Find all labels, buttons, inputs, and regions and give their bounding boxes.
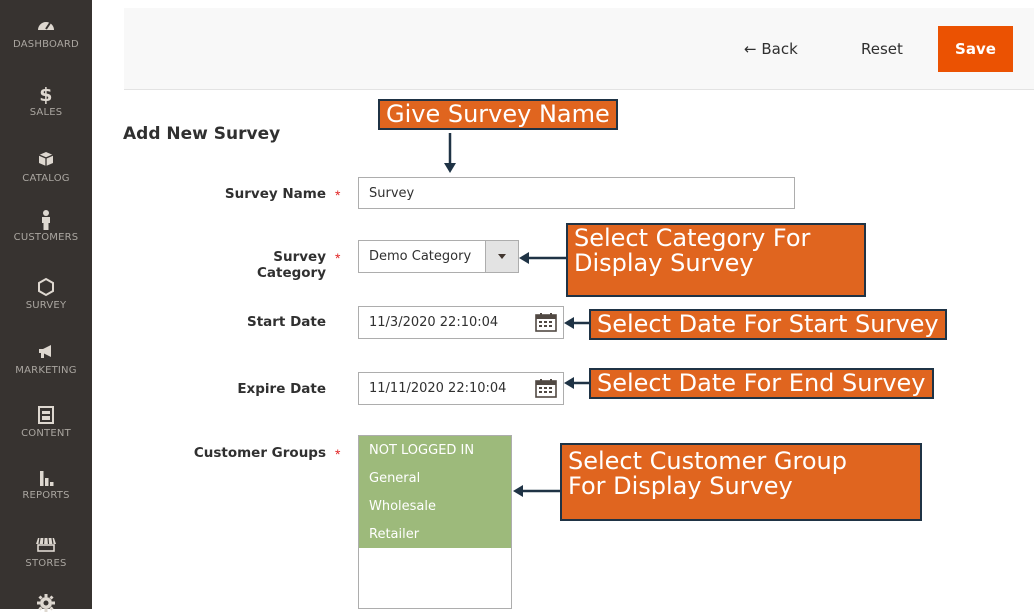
survey-category-label: Survey Category xyxy=(256,249,326,281)
layout-icon xyxy=(0,405,92,427)
expire-date-label: Expire Date xyxy=(237,381,326,397)
reset-button[interactable]: Reset xyxy=(861,40,903,58)
required-star: * xyxy=(335,446,341,462)
nav-stores[interactable]: STORES xyxy=(0,535,92,569)
start-date-value: 11/3/2020 22:10:04 xyxy=(369,315,499,330)
start-date-input[interactable]: 11/3/2020 22:10:04 xyxy=(358,306,564,339)
callout-customer-groups: Select Customer Group For Display Survey xyxy=(560,443,922,521)
dashboard-icon xyxy=(0,16,92,38)
expire-date-value: 11/11/2020 22:10:04 xyxy=(369,381,507,396)
nav-sales[interactable]: $ SALES xyxy=(0,84,92,118)
expire-date-input[interactable]: 11/11/2020 22:10:04 xyxy=(358,372,564,405)
person-icon xyxy=(0,209,92,231)
nav-system-partial[interactable] xyxy=(0,593,92,616)
callout-line: Display Survey xyxy=(574,249,754,277)
survey-category-select[interactable]: Demo Category xyxy=(358,240,519,273)
customer-group-option[interactable]: General xyxy=(359,464,511,492)
back-button[interactable]: ← Back xyxy=(744,40,798,58)
survey-name-value: Survey xyxy=(369,185,415,201)
gear-icon xyxy=(0,593,92,615)
callout-end-date: Select Date For End Survey xyxy=(589,368,934,399)
customer-group-option[interactable]: Retailer xyxy=(359,520,511,548)
megaphone-icon xyxy=(0,342,92,364)
survey-name-label: Survey Name xyxy=(224,186,326,202)
nav-dashboard[interactable]: DASHBOARD xyxy=(0,16,92,50)
nav-survey[interactable]: SURVEY xyxy=(0,277,92,311)
nav-marketing[interactable]: MARKETING xyxy=(0,342,92,376)
callout-line: Select Customer Group xyxy=(568,447,847,475)
calendar-icon[interactable] xyxy=(535,312,557,336)
callout-survey-name: Give Survey Name xyxy=(378,99,618,130)
callout-survey-category: Select Category For Display Survey xyxy=(566,223,866,297)
customer-group-option[interactable]: Wholesale xyxy=(359,492,511,520)
save-button[interactable]: Save xyxy=(938,26,1013,72)
customer-group-option[interactable]: NOT LOGGED IN xyxy=(359,436,511,464)
survey-category-value: Demo Category xyxy=(369,249,472,264)
calendar-icon[interactable] xyxy=(535,378,557,402)
survey-name-input[interactable]: Survey xyxy=(358,177,795,209)
chevron-down-icon xyxy=(485,241,518,272)
customer-groups-multiselect[interactable]: NOT LOGGED IN General Wholesale Retailer xyxy=(358,435,512,609)
nav-customers[interactable]: CUSTOMERS xyxy=(0,209,92,243)
required-star: * xyxy=(335,250,341,266)
start-date-label: Start Date xyxy=(246,314,326,330)
hexagon-icon xyxy=(0,277,92,299)
bar-chart-icon xyxy=(0,467,92,489)
required-star: * xyxy=(335,187,341,203)
save-button-label: Save xyxy=(955,40,996,58)
customer-groups-label: Customer Groups xyxy=(193,445,326,461)
nav-content[interactable]: CONTENT xyxy=(0,405,92,439)
callout-line: For Display Survey xyxy=(568,472,793,500)
callout-line: Select Category For xyxy=(574,224,811,252)
dollar-icon: $ xyxy=(39,84,53,106)
admin-sidebar: DASHBOARD $ SALES CATALOG CUSTOMERS SURV… xyxy=(0,0,92,612)
nav-catalog[interactable]: CATALOG xyxy=(0,150,92,184)
page-title: Add New Survey xyxy=(123,124,281,144)
callout-start-date: Select Date For Start Survey xyxy=(589,309,947,340)
box-icon xyxy=(0,150,92,172)
storefront-icon xyxy=(0,535,92,557)
nav-reports[interactable]: REPORTS xyxy=(0,467,92,501)
